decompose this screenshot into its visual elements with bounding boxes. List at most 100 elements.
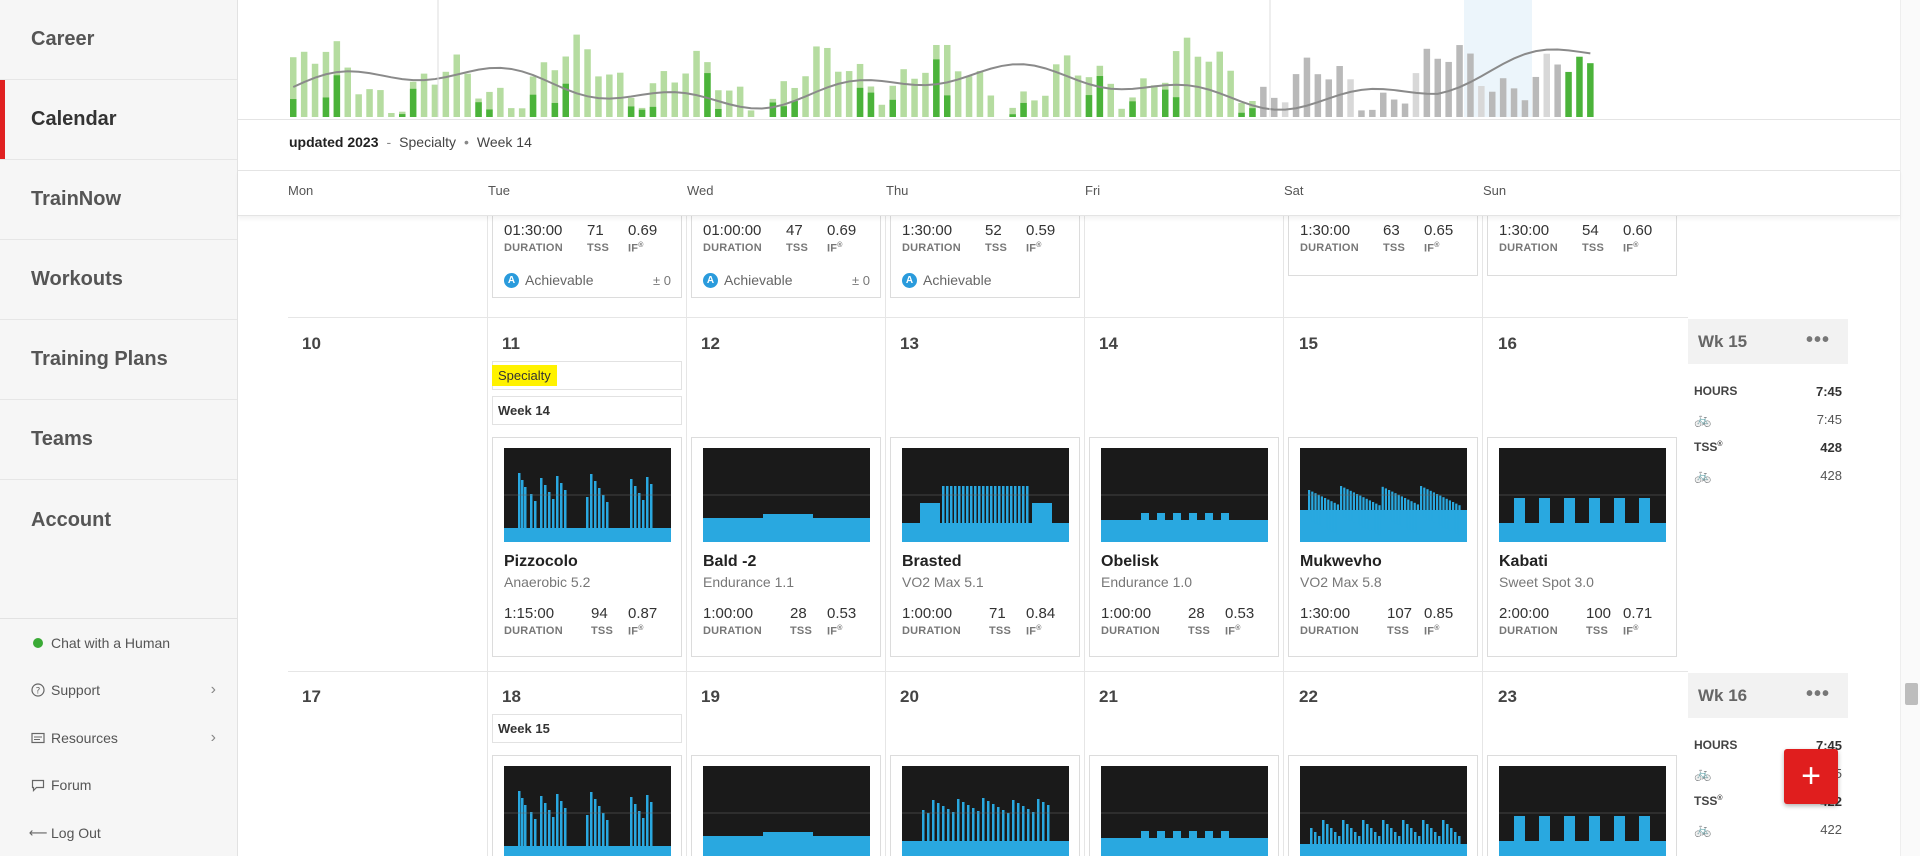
workout-card[interactable]: Kabati Sweet Spot 3.0 2:00:00 100 0.71 D… [1487, 437, 1677, 657]
workout-card[interactable]: Obelisk Endurance 1.0 1:00:00 28 0.53 DU… [1089, 437, 1279, 657]
week-summary-header[interactable]: Wk 15 ••• [1688, 319, 1848, 364]
profile-segment [630, 479, 633, 539]
tss-label: TSS [985, 242, 1007, 254]
if-value: 0.60 [1623, 222, 1653, 239]
load-bar [311, 63, 319, 117]
load-bar [442, 71, 450, 117]
date-label: 13 [900, 334, 919, 353]
nav-teams[interactable]: Teams [0, 400, 237, 480]
chat-label: Chat with a Human [51, 634, 171, 651]
profile-segment [1022, 486, 1025, 526]
forum-link[interactable]: Forum [0, 762, 238, 810]
if-label: IF® [1623, 242, 1639, 255]
completed-bar [1249, 108, 1256, 117]
if-value: 0.69 [628, 222, 658, 239]
nav-account[interactable]: Account [0, 480, 237, 560]
profile-segment [1017, 803, 1020, 848]
workout-card[interactable] [492, 755, 682, 856]
workout-profile-graph [1300, 766, 1467, 856]
more-icon[interactable]: ••• [1806, 329, 1830, 352]
profile-segment [598, 488, 601, 542]
workout-card[interactable] [691, 755, 881, 856]
profile-segment [1454, 832, 1457, 856]
profile-segment [1416, 504, 1419, 535]
workout-card[interactable]: Bald -2 Endurance 1.1 1:00:00 28 0.53 DU… [691, 437, 881, 657]
workout-card[interactable]: 01:30:00 71 0.69 DURATION TSS IF® A Achie… [492, 206, 682, 298]
date-label: 19 [701, 687, 720, 706]
workout-card[interactable] [1487, 755, 1677, 856]
profile-segment [1394, 493, 1397, 524]
chat-link[interactable]: Chat with a Human [0, 619, 238, 667]
profile-segment [902, 523, 1069, 542]
profile-segment [1426, 824, 1429, 852]
tss-value: 54 [1582, 222, 1599, 239]
profile-segment [1368, 500, 1371, 531]
tss-value: 107 [1387, 605, 1413, 622]
profile-segment [1639, 498, 1650, 524]
training-load-chart[interactable] [238, 0, 1900, 120]
profile-segment [630, 797, 633, 856]
load-bar [606, 74, 613, 117]
if-value: 0.53 [1225, 605, 1255, 622]
workout-profile-graph [1101, 448, 1268, 542]
more-icon[interactable]: ••• [1806, 683, 1830, 706]
if-label: IF® [1623, 625, 1639, 638]
workout-card[interactable]: 1:30:00 63 0.65 DURATION TSS IF® [1288, 206, 1478, 276]
nav-training-plans[interactable]: Training Plans [0, 320, 237, 400]
support-link[interactable]: ? Support › [0, 667, 238, 715]
phase-chip[interactable]: Specialty [492, 361, 682, 390]
workout-card[interactable] [1089, 755, 1279, 856]
achievable-label: Achievable [724, 272, 793, 288]
workout-card[interactable] [1288, 755, 1478, 856]
date-label: 14 [1099, 334, 1118, 353]
nav-career[interactable]: Career [0, 0, 237, 80]
profile-segment [1032, 812, 1035, 856]
profile-segment [1221, 831, 1229, 839]
workout-card[interactable]: 1:30:00 52 0.59 DURATION TSS IF® A Achiev… [890, 206, 1080, 298]
workout-card[interactable] [890, 755, 1080, 856]
week-chip-label: Week 15 [498, 721, 550, 736]
profile-segment [970, 486, 973, 526]
nav-trainnow[interactable]: TrainNow [0, 160, 237, 240]
workout-card[interactable]: Mukwevho VO2 Max 5.8 1:30:00 107 0.85 DU… [1288, 437, 1478, 657]
nav-calendar[interactable]: Calendar [0, 80, 237, 160]
load-bar [1303, 57, 1311, 117]
week-summary-header[interactable]: Wk 16 ••• [1688, 673, 1848, 718]
profile-segment [1374, 832, 1377, 856]
profile-segment [932, 800, 935, 845]
scrollbar[interactable] [1900, 0, 1920, 856]
load-bar [431, 84, 439, 117]
nav-workouts[interactable]: Workouts [0, 240, 237, 320]
profile-segment [1002, 486, 1005, 526]
profile-segment [590, 474, 593, 534]
weekday-thu: Thu [886, 183, 909, 198]
achievable-delta: ± 0 [653, 273, 671, 288]
workout-card[interactable]: 1:30:00 54 0.60 DURATION TSS IF® [1487, 206, 1677, 276]
profile-segment [974, 486, 977, 526]
nav-label: Workouts [31, 268, 123, 290]
week-chip[interactable]: Week 14 [492, 396, 682, 425]
completed-bar [1020, 102, 1027, 117]
load-bar [1576, 56, 1583, 117]
profile-segment [1446, 824, 1449, 852]
workout-profile [1300, 812, 1467, 856]
workout-card[interactable]: Brasted VO2 Max 5.1 1:00:00 71 0.84 DURA… [890, 437, 1080, 657]
profile-segment [1101, 520, 1268, 542]
profile-segment [590, 792, 593, 852]
plan-title: updated 2023 [289, 134, 379, 150]
scrollbar-thumb[interactable] [1905, 683, 1918, 705]
logout-link[interactable]: ⟵ Log Out [0, 809, 238, 856]
workout-card[interactable]: 01:00:00 47 0.69 DURATION TSS IF® A Achie… [691, 206, 881, 298]
resources-link[interactable]: Resources › [0, 714, 238, 762]
weekday-sat: Sat [1284, 183, 1304, 198]
profile-segment [564, 808, 567, 856]
add-button[interactable]: + [1784, 749, 1838, 804]
achievable-badge: A Achievable [703, 272, 793, 288]
weekday-mon: Mon [288, 183, 314, 198]
profile-segment [560, 483, 563, 542]
workout-card[interactable]: Pizzocolo Anaerobic 5.2 1:15:00 94 0.87 … [492, 437, 682, 657]
profile-segment [1326, 824, 1329, 852]
profile-segment [552, 499, 555, 542]
workout-profile-graph [1300, 448, 1467, 542]
week-chip[interactable]: Week 15 [492, 714, 682, 743]
